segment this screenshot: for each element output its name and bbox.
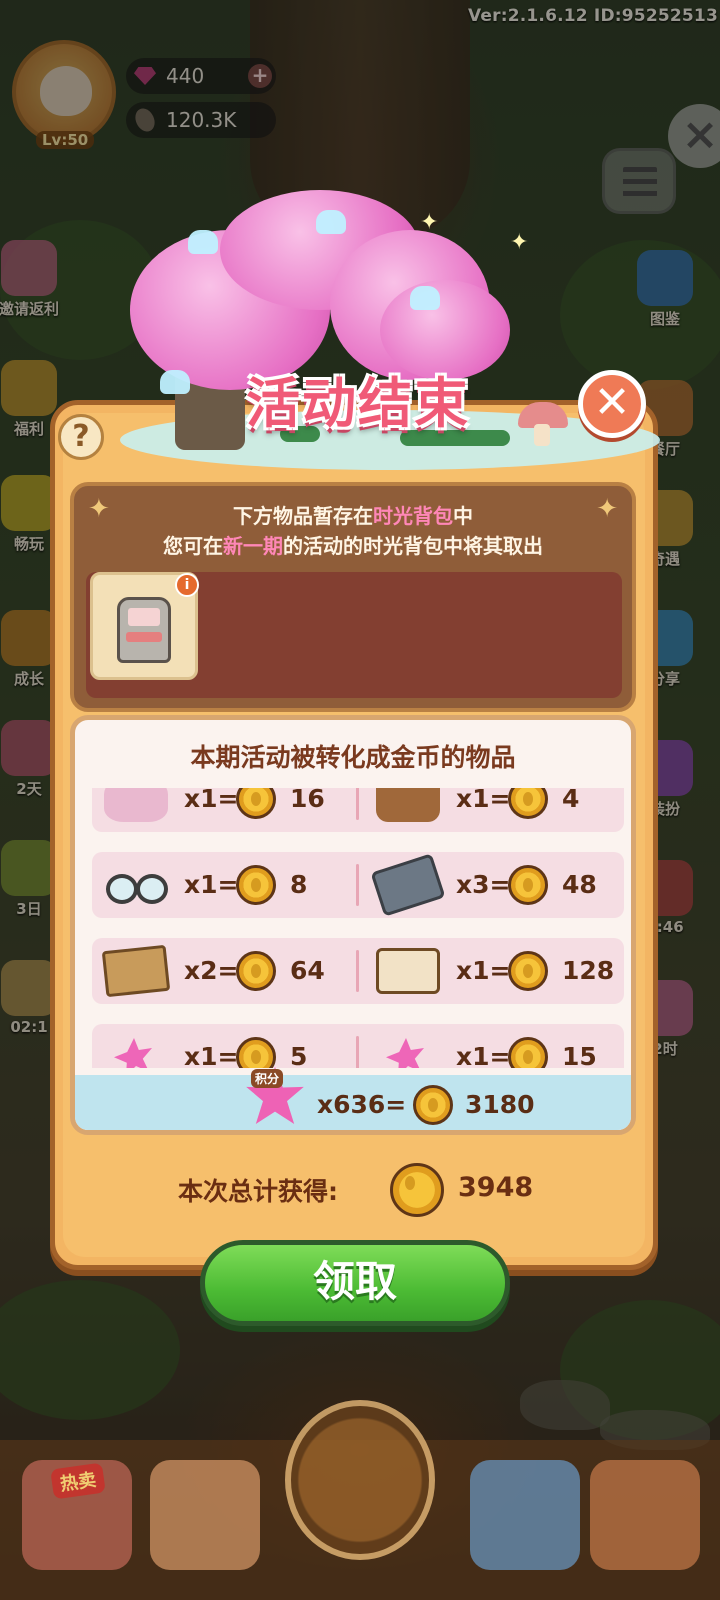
house-button[interactable] [590, 1460, 700, 1570]
claim-button[interactable]: 领取 [200, 1240, 510, 1326]
info-icon[interactable]: i [175, 573, 199, 597]
conversion-row: x1= 8 x3= 48 [92, 852, 624, 918]
pink-flower-icon [114, 1038, 152, 1068]
sparkle-icon: ✦ [510, 230, 529, 255]
popup-title: 活动结束 [246, 372, 470, 435]
pink-bag-icon [104, 788, 168, 822]
stored-items-area: i [86, 572, 622, 698]
arcade-machine-icon [117, 597, 171, 663]
points-qty: x636= [317, 1090, 407, 1119]
notice-line-1: 下方物品暂存在时光背包中 [233, 504, 473, 528]
conversion-cell: x1= 5 [92, 1024, 352, 1068]
sparkle-icon: ✦ [420, 210, 439, 235]
conversion-row: x2= 64 x1= 128 [92, 938, 624, 1004]
conversion-cell: x3= 48 [364, 852, 624, 918]
conversion-cell: x1= 8 [92, 852, 352, 918]
backpack-icon [376, 788, 440, 822]
phone-icon [370, 853, 446, 917]
conversion-cell: x1= 16 [92, 788, 352, 832]
gold-coin-icon [508, 788, 548, 819]
gold-coin-icon [508, 865, 548, 905]
conversion-cell: x1= 15 [364, 1024, 624, 1068]
gold-coin-icon [236, 788, 276, 819]
gold-coin-icon [508, 951, 548, 991]
storage-notice: ✦ ✦ 下方物品暂存在时光背包中 您可在新一期的活动的时光背包中将其取出 i [70, 482, 636, 712]
spirit-icon [188, 230, 218, 254]
close-button[interactable]: ✕ [578, 370, 646, 438]
stored-item-slot[interactable]: i [90, 572, 199, 680]
box-icon [376, 948, 440, 994]
notice-line-2: 您可在新一期的活动的时光背包中将其取出 [163, 534, 543, 558]
conversion-cell: x1= 128 [364, 938, 624, 1004]
spirit-icon [410, 286, 440, 310]
gold-coin-icon [390, 1163, 444, 1217]
spirit-icon [316, 210, 346, 234]
help-button[interactable]: ? [58, 414, 104, 460]
gift-bag-button[interactable] [150, 1460, 260, 1570]
gold-coin-icon [236, 865, 276, 905]
gold-coin-icon [508, 1037, 548, 1068]
conversion-title: 本期活动被转化成金币的物品 [190, 743, 516, 772]
snow-globe-button[interactable] [470, 1460, 580, 1570]
divider [356, 864, 359, 906]
gold-coin-icon [236, 951, 276, 991]
conversion-list[interactable]: x1= 16 x1= 4 x1= 8 x3= 48 x2= 64 x1= 128… [92, 788, 624, 1068]
total-value: 3948 [458, 1172, 534, 1203]
gold-coin-icon [236, 1037, 276, 1068]
points-value: 3180 [465, 1090, 535, 1119]
mushroom-stem [534, 424, 550, 446]
gold-coin-icon [413, 1085, 453, 1125]
conversion-cell: x1= 4 [364, 788, 624, 832]
points-tag: 积分 [251, 1069, 284, 1088]
spirit-icon [160, 370, 190, 394]
divider [356, 950, 359, 992]
conversion-row: x1= 5 x1= 15 [92, 1024, 624, 1068]
photos-icon [101, 944, 171, 998]
divider [356, 1036, 359, 1068]
total-label: 本次总计获得: [178, 1177, 338, 1206]
conversion-panel: 本期活动被转化成金币的物品 x1= 16 x1= 4 x1= 8 x3= 48 … [70, 715, 636, 1135]
acorn-main-button[interactable] [285, 1400, 435, 1560]
conversion-row: x1= 16 x1= 4 [92, 788, 624, 832]
divider [356, 788, 359, 820]
pink-flower-icon [386, 1038, 424, 1068]
glasses-icon [104, 862, 168, 908]
points-conversion-bar: 积分 x636= 3180 [75, 1067, 631, 1130]
conversion-cell: x2= 64 [92, 938, 352, 1004]
